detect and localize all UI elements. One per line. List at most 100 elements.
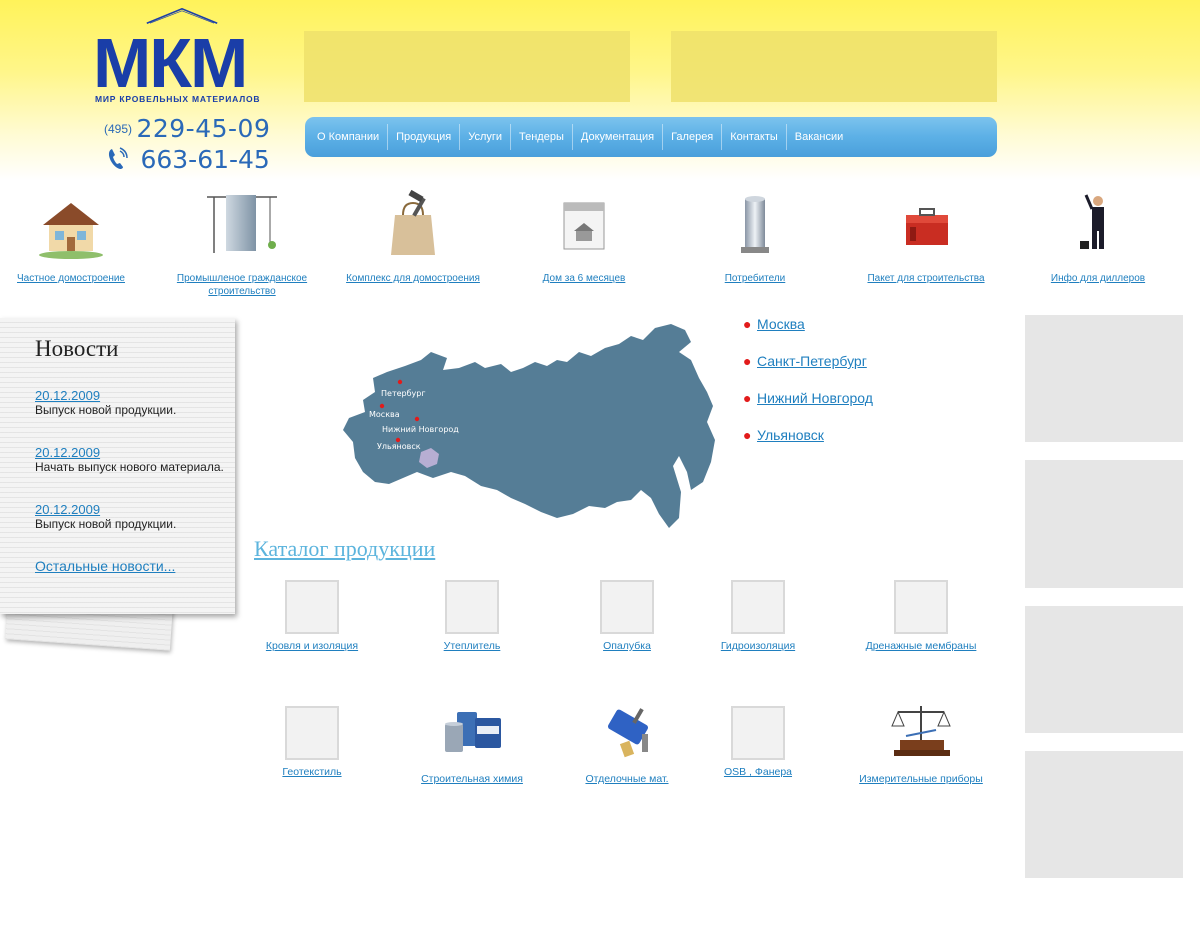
category-industrial[interactable]: Промышленое гражданское строительство	[157, 185, 327, 298]
news-date[interactable]: 20.12.2009	[35, 445, 224, 460]
catalog-item-label[interactable]: Отделочные мат.	[557, 773, 697, 785]
ad-box-2[interactable]	[1025, 460, 1183, 588]
product-thumbnail[interactable]	[285, 580, 339, 634]
map-label-ulyanovsk: Ульяновск	[377, 442, 421, 451]
product-thumbnail[interactable]	[600, 580, 654, 634]
category-label[interactable]: Дом за 6 месяцев	[499, 272, 669, 285]
category-label[interactable]: Комплекс для домостроения	[328, 272, 498, 285]
catalog-item-label[interactable]: OSB , Фанера	[688, 766, 828, 778]
catalog-item-label[interactable]: Измерительные приборы	[851, 773, 991, 785]
category-label[interactable]: Пакет для строительства	[841, 272, 1011, 285]
nav-vacancies[interactable]: Вакансии	[787, 124, 852, 150]
bullet-icon: ●	[743, 316, 752, 332]
city-list: ● Москва ● Санкт-Петербург ● Нижний Новгоро…	[743, 316, 873, 464]
nav-services[interactable]: Услуги	[460, 124, 512, 150]
catalog-item-label[interactable]: Геотекстиль	[242, 766, 382, 778]
bullet-icon: ●	[743, 353, 752, 369]
building-crane-icon	[207, 195, 277, 253]
phone-code: (495)	[104, 122, 133, 136]
product-thumbnail[interactable]	[445, 580, 499, 634]
nav-contacts[interactable]: Контакты	[722, 124, 787, 150]
news-text: Выпуск новой продукции.	[35, 517, 177, 531]
catalog-title[interactable]: Каталог продукции	[254, 536, 435, 562]
city-item: ● Москва	[743, 316, 873, 353]
house-icon	[39, 203, 103, 259]
catalog-item[interactable]: Утеплитель	[402, 580, 542, 652]
catalog-item-label[interactable]: Строительная химия	[402, 773, 542, 785]
logo[interactable]: МКМ	[93, 28, 248, 98]
logo-subtitle: МИР КРОВЕЛЬНЫХ МАТЕРИАЛОВ	[95, 94, 261, 104]
category-construction-package[interactable]: Пакет для строительства	[841, 185, 1011, 285]
catalog-item-label[interactable]: Кровля и изоляция	[242, 640, 382, 652]
paint-buckets-icon[interactable]	[437, 702, 507, 762]
city-link-spb[interactable]: Санкт-Петербург	[757, 353, 867, 369]
news-date[interactable]: 20.12.2009	[35, 502, 176, 517]
product-thumbnail[interactable]	[285, 706, 339, 760]
ad-box-4[interactable]	[1025, 751, 1183, 878]
toolbox-icon	[906, 208, 948, 245]
category-private-housing[interactable]: Частное домостроение	[0, 185, 156, 285]
city-item: ● Санкт-Петербург	[743, 353, 873, 390]
category-house-6-months[interactable]: Дом за 6 месяцев	[499, 185, 669, 285]
ad-box-1[interactable]	[1025, 315, 1183, 442]
news-more-link[interactable]: Остальные новости...	[35, 558, 175, 574]
product-thumbnail[interactable]	[731, 706, 785, 760]
news-item: 20.12.2009 Выпуск новой продукции.	[35, 388, 176, 417]
nav-documentation[interactable]: Документация	[573, 124, 664, 150]
news-date[interactable]: 20.12.2009	[35, 388, 176, 403]
news-item: 20.12.2009 Выпуск новой продукции.	[35, 502, 176, 531]
map-label-petersburg: Петербург	[381, 389, 426, 398]
city-link-ulyanovsk[interactable]: Ульяновск	[757, 427, 824, 443]
category-dealers-info[interactable]: Инфо для диллеров	[1013, 185, 1183, 285]
catalog-item[interactable]: Гидроизоляция	[688, 580, 828, 652]
category-label[interactable]: Частное домостроение	[0, 272, 156, 285]
banner-left[interactable]	[304, 31, 630, 102]
city-item: ● Нижний Новгород	[743, 390, 873, 427]
category-label[interactable]: Потребители	[670, 272, 840, 285]
scales-icon[interactable]	[886, 702, 956, 762]
catalog-item[interactable]: Геотекстиль	[242, 706, 382, 778]
map-label-moscow: Москва	[369, 410, 400, 419]
paint-roller-icon[interactable]	[592, 702, 662, 762]
catalog-item-label[interactable]: Гидроизоляция	[688, 640, 828, 652]
map-city-dot	[379, 403, 385, 409]
phone-handset-icon	[108, 147, 128, 169]
catalog-item-label[interactable]: Дренажные мембраны	[851, 640, 991, 652]
catalog-item[interactable]: Кровля и изоляция	[242, 580, 382, 652]
news-text: Начать выпуск нового материала.	[35, 460, 224, 474]
news-item: 20.12.2009 Начать выпуск нового материал…	[35, 445, 224, 474]
product-thumbnail[interactable]	[731, 580, 785, 634]
catalog-item[interactable]: Опалубка	[557, 580, 697, 652]
category-label[interactable]: Промышленое гражданское строительство	[157, 272, 327, 298]
catalog-item[interactable]: Отделочные мат.	[557, 706, 697, 785]
catalog-item[interactable]: Дренажные мембраны	[851, 580, 991, 652]
nav-gallery[interactable]: Галерея	[663, 124, 723, 150]
russia-map[interactable]: Петербург Москва Нижний Новгород Ульянов…	[335, 322, 720, 532]
category-complex[interactable]: Комплекс для домостроения	[328, 185, 498, 285]
businessman-icon	[1080, 194, 1104, 249]
category-consumers[interactable]: Потребители	[670, 185, 840, 285]
phone-number-2: 663-61-45	[140, 145, 270, 174]
category-label[interactable]: Инфо для диллеров	[1013, 272, 1183, 285]
city-link-moscow[interactable]: Москва	[757, 316, 805, 332]
catalog-item[interactable]: Измерительные приборы	[851, 706, 991, 785]
catalog-item-label[interactable]: Утеплитель	[402, 640, 542, 652]
map-city-dot	[397, 379, 403, 385]
ad-box-3[interactable]	[1025, 606, 1183, 733]
bullet-icon: ●	[743, 427, 752, 443]
city-link-nizhny[interactable]: Нижний Новгород	[757, 390, 873, 406]
nav-about[interactable]: О Компании	[309, 124, 389, 150]
banner-right[interactable]	[671, 31, 997, 102]
catalog-item-label[interactable]: Опалубка	[557, 640, 697, 652]
calendar-house-icon	[563, 202, 605, 250]
map-city-dot	[414, 416, 420, 422]
phone-1: (495) 229-45-09	[104, 114, 270, 143]
product-thumbnail[interactable]	[894, 580, 948, 634]
shopping-bag-tools-icon	[391, 189, 435, 255]
nav-products[interactable]: Продукция	[388, 124, 461, 150]
cylinder-tower-icon	[741, 196, 769, 253]
news-title: Новости	[35, 336, 119, 361]
nav-tenders[interactable]: Тендеры	[511, 124, 573, 150]
catalog-item[interactable]: OSB , Фанера	[688, 706, 828, 778]
catalog-item[interactable]: Строительная химия	[402, 706, 542, 785]
